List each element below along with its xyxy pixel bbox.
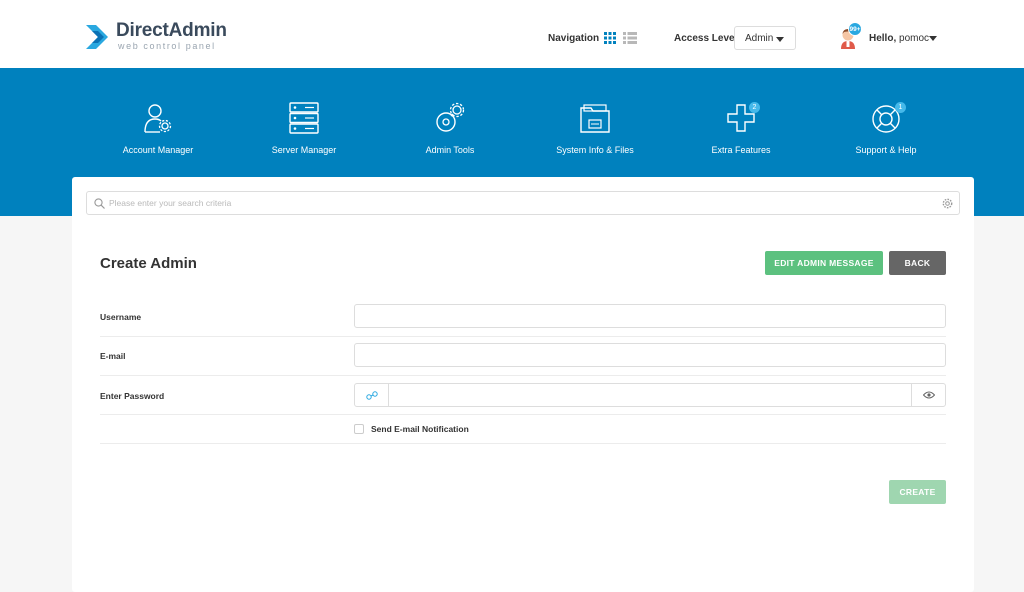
page-title: Create Admin — [100, 255, 197, 272]
nav-label-extra-features: Extra Features — [711, 145, 771, 155]
access-level-value: Admin — [745, 32, 774, 44]
nav-support-help[interactable]: 1 Support & Help — [821, 102, 951, 155]
greeting-text: Hello, — [869, 33, 897, 44]
logo-subtitle: web control panel — [118, 41, 216, 51]
list-view-icon[interactable] — [623, 32, 637, 44]
top-bar: DirectAdmin web control panel Navigation… — [0, 0, 1024, 68]
navigation-label: Navigation — [548, 33, 600, 44]
server-icon — [289, 102, 319, 134]
show-password-button[interactable] — [911, 384, 945, 406]
send-email-notification-checkbox[interactable] — [354, 424, 364, 434]
admin-tools-icon — [436, 102, 465, 132]
divider — [100, 375, 946, 376]
access-level-select[interactable]: Admin — [734, 26, 796, 50]
random-password-icon — [365, 390, 378, 400]
generate-password-button[interactable] — [355, 384, 389, 406]
eye-icon — [922, 391, 935, 399]
notification-badge[interactable]: 99+ — [848, 22, 862, 36]
logo-title: DirectAdmin — [116, 20, 227, 41]
password-field[interactable] — [390, 384, 910, 406]
directadmin-logo-icon — [86, 25, 108, 49]
gear-icon[interactable] — [942, 198, 953, 209]
edit-admin-message-button[interactable]: EDIT ADMIN MESSAGE — [765, 251, 883, 275]
extra-features-badge: 2 — [749, 102, 760, 113]
access-level-label: Access Level — [674, 33, 738, 44]
divider — [100, 336, 946, 337]
nav-label-support-help: Support & Help — [855, 145, 917, 155]
chevron-down-icon — [776, 37, 784, 42]
nav-server-manager[interactable]: Server Manager — [239, 102, 369, 155]
account-manager-icon — [144, 104, 172, 133]
grid-view-icon[interactable] — [604, 32, 616, 44]
search-input[interactable] — [109, 192, 929, 214]
back-button[interactable]: BACK — [889, 251, 946, 275]
logo[interactable]: DirectAdmin web control panel — [86, 21, 227, 53]
support-help-badge: 1 — [895, 102, 906, 113]
nav-label-server-manager: Server Manager — [271, 145, 337, 155]
username-label: Username — [100, 312, 142, 322]
send-email-notification-label[interactable]: Send E-mail Notification — [371, 424, 469, 434]
nav-admin-tools[interactable]: Admin Tools — [385, 102, 515, 155]
username: pomoc — [899, 33, 930, 44]
divider — [100, 414, 946, 415]
search-bar[interactable] — [86, 191, 960, 215]
search-icon — [94, 198, 105, 209]
create-button[interactable]: CREATE — [889, 480, 946, 504]
email-field[interactable] — [354, 343, 946, 367]
password-label: Enter Password — [100, 391, 165, 401]
username-field[interactable] — [354, 304, 946, 328]
email-label: E-mail — [100, 351, 126, 361]
nav-extra-features[interactable]: 2 Extra Features — [676, 102, 806, 155]
nav-label-admin-tools: Admin Tools — [425, 145, 475, 155]
folder-icon — [580, 104, 610, 133]
nav-label-account-manager: Account Manager — [122, 145, 194, 155]
nav-account-manager[interactable]: Account Manager — [93, 102, 223, 155]
divider — [100, 443, 946, 444]
nav-system-info-files[interactable]: System Info & Files — [530, 102, 660, 155]
user-greeting[interactable]: Hello, pomoc — [869, 33, 929, 44]
nav-label-system-info-files: System Info & Files — [556, 145, 634, 155]
password-field-group — [354, 383, 946, 407]
user-menu-chevron-icon[interactable] — [929, 36, 937, 41]
